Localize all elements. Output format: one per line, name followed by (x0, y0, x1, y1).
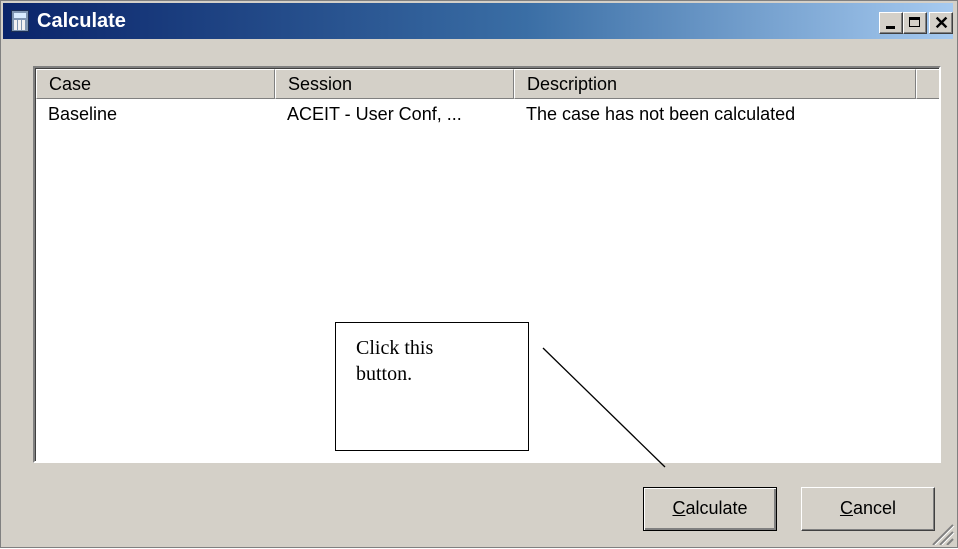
callout-text-line-2: button. (356, 363, 413, 385)
column-header-case[interactable]: Case (36, 69, 275, 99)
column-header-description[interactable]: Description (514, 69, 916, 99)
cancel-label-rest: ancel (852, 498, 897, 518)
maximize-icon (909, 17, 920, 27)
resize-grip-icon[interactable] (927, 519, 955, 545)
title-bar[interactable]: Calculate ✕ (3, 3, 953, 39)
column-header-filler (916, 69, 939, 99)
column-header-session[interactable]: Session (275, 69, 514, 99)
list-row[interactable]: Baseline ACEIT - User Conf, ... The case… (36, 101, 939, 129)
close-button[interactable]: ✕ (929, 12, 953, 34)
callout-box: Click this button. (335, 322, 529, 451)
calculate-mnemonic: C (672, 498, 686, 518)
window-title: Calculate (37, 10, 126, 32)
calculator-icon-screen (14, 13, 26, 18)
cancel-mnemonic: C (839, 498, 853, 518)
cell-session: ACEIT - User Conf, ... (287, 104, 462, 124)
calculator-icon (11, 10, 29, 32)
maximize-button[interactable] (903, 12, 927, 34)
list-header: Case Session Description (36, 69, 939, 99)
minimize-icon (886, 26, 895, 29)
cell-case: Baseline (48, 104, 118, 124)
calculate-label-rest: alculate (685, 498, 748, 518)
callout-text-line-1: Click this (356, 337, 434, 359)
cell-description: The case has not been calculated (526, 104, 796, 124)
calculator-icon-keys (14, 20, 26, 30)
calculate-button[interactable]: Calculate (643, 487, 777, 531)
calculate-dialog: Calculate ✕ Case Session Description Bas… (0, 0, 958, 548)
cancel-button[interactable]: Cancel (801, 487, 935, 531)
minimize-button[interactable] (879, 12, 903, 34)
close-icon: ✕ (934, 13, 950, 33)
